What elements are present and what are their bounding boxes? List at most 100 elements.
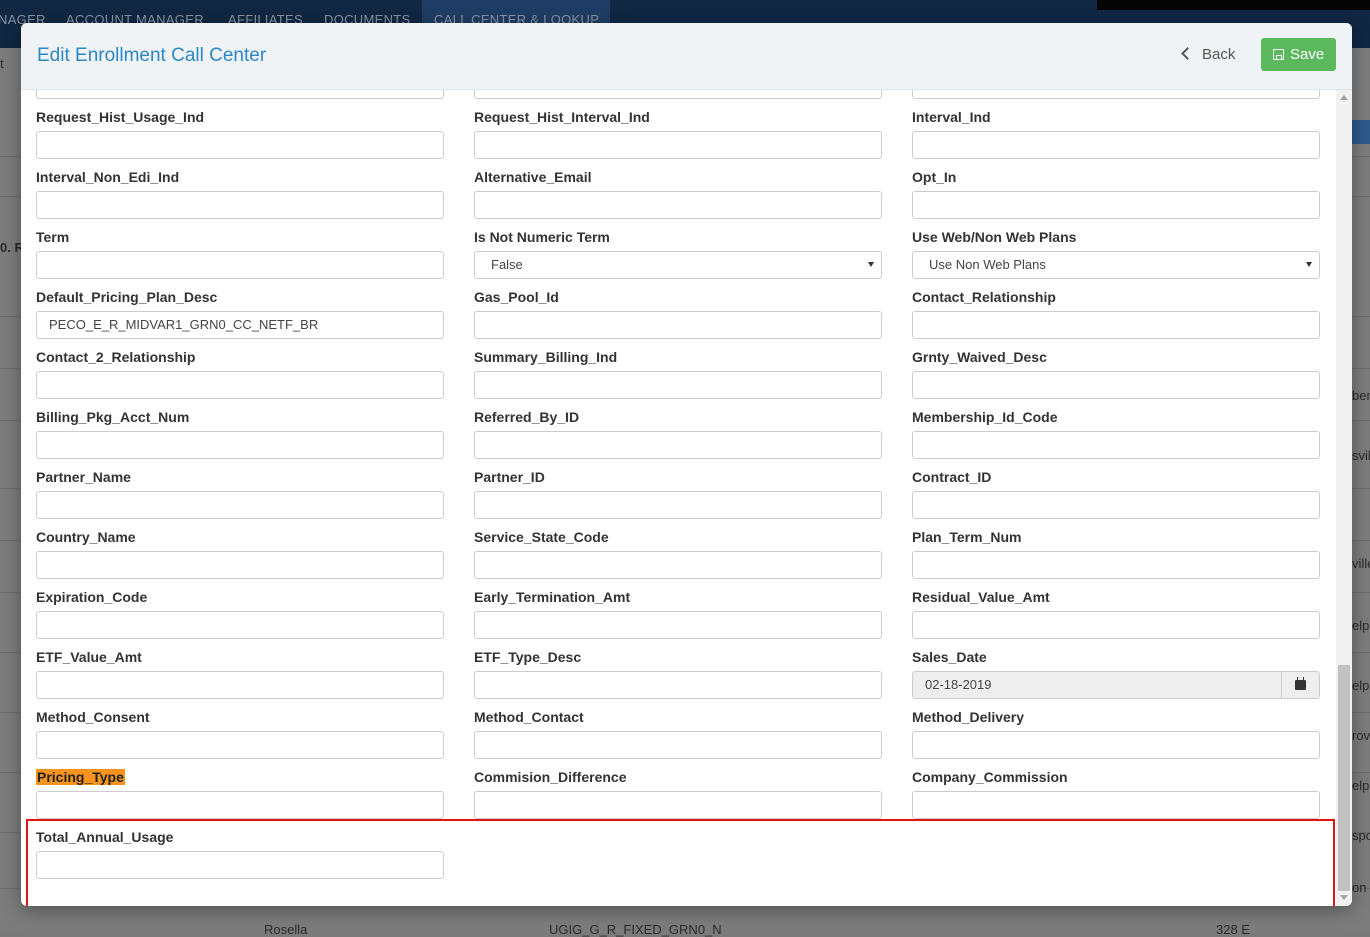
label-contract-id: Contract_ID [912, 469, 992, 485]
label-pricing-type: Pricing_Type [36, 769, 125, 785]
label-alternative-email: Alternative_Email [474, 169, 592, 185]
input-contact-2-relationship[interactable] [36, 371, 444, 399]
input-method-contact[interactable] [474, 731, 882, 759]
label-total-annual-usage: Total_Annual_Usage [36, 829, 174, 845]
input-interval-non-edi-ind[interactable] [36, 191, 444, 219]
modal-form-body: Request_Hist_Usage_Ind Request_Hist_Inter… [21, 89, 1336, 906]
value-default-pricing-plan-desc: PECO_E_R_MIDVAR1_GRN0_CC_NETF_BR [49, 317, 319, 332]
background-topright-bar [1097, 0, 1370, 10]
input-contract-id[interactable] [912, 491, 1320, 519]
input-summary-billing-ind[interactable] [474, 371, 882, 399]
label-opt-in: Opt_In [912, 169, 957, 185]
input-etf-value-amt[interactable] [36, 671, 444, 699]
label-interval-non-edi-ind: Interval_Non_Edi_Ind [36, 169, 180, 185]
value-sales-date: 02-18-2019 [925, 677, 992, 692]
label-method-contact: Method_Contact [474, 709, 584, 725]
label-service-state-code: Service_State_Code [474, 529, 609, 545]
input-opt-in[interactable] [912, 191, 1320, 219]
background-text: spo [1352, 828, 1370, 843]
input-residual-value-amt[interactable] [912, 611, 1320, 639]
background-text: on [1352, 880, 1367, 895]
save-button[interactable]: Save [1261, 38, 1336, 71]
input-total-annual-usage[interactable] [36, 851, 444, 879]
label-method-consent: Method_Consent [36, 709, 150, 725]
input-service-state-code[interactable] [474, 551, 882, 579]
background-text: svill [1352, 448, 1370, 463]
background-text: rove [1352, 728, 1370, 743]
background-text: ville [1352, 556, 1370, 571]
background-text: elph [1352, 618, 1370, 633]
label-interval-ind: Interval_Ind [912, 109, 991, 125]
background-side-button [1350, 120, 1370, 144]
value-use-web-non-web-plans: Use Non Web Plans [929, 257, 1046, 272]
input-pricing-type[interactable] [36, 791, 444, 819]
field-input-partial[interactable] [36, 89, 444, 99]
modal-header: Edit Enrollment Call Center Back Save [21, 23, 1352, 90]
label-etf-value-amt: ETF_Value_Amt [36, 649, 142, 665]
modal-scrollbar[interactable] [1336, 89, 1352, 906]
input-partner-name[interactable] [36, 491, 444, 519]
input-alternative-email[interactable] [474, 191, 882, 219]
label-referred-by-id: Referred_By_ID [474, 409, 580, 425]
scroll-up-arrow[interactable] [1340, 95, 1348, 100]
input-term[interactable] [36, 251, 444, 279]
label-sales-date: Sales_Date [912, 649, 987, 665]
label-early-termination-amt: Early_Termination_Amt [474, 589, 631, 605]
input-country-name[interactable] [36, 551, 444, 579]
background-text: ber [1352, 388, 1370, 403]
label-term: Term [36, 229, 70, 245]
input-billing-pkg-acct-num[interactable] [36, 431, 444, 459]
input-partner-id[interactable] [474, 491, 882, 519]
label-summary-billing-ind: Summary_Billing_Ind [474, 349, 618, 365]
input-method-delivery[interactable] [912, 731, 1320, 759]
label-billing-pkg-acct-num: Billing_Pkg_Acct_Num [36, 409, 190, 425]
field-input-partial[interactable] [474, 89, 882, 99]
back-label: Back [1202, 46, 1236, 63]
label-expiration-code: Expiration_Code [36, 589, 148, 605]
input-grnty-waived-desc[interactable] [912, 371, 1320, 399]
label-contact-relationship: Contact_Relationship [912, 289, 1056, 305]
label-partner-name: Partner_Name [36, 469, 131, 485]
label-country-name: Country_Name [36, 529, 136, 545]
date-input-sales-date[interactable]: 02-18-2019 [912, 671, 1320, 699]
input-gas-pool-id[interactable] [474, 311, 882, 339]
label-request-hist-usage-ind: Request_Hist_Usage_Ind [36, 109, 205, 125]
input-referred-by-id[interactable] [474, 431, 882, 459]
select-is-not-numeric-term[interactable]: False [474, 251, 882, 279]
input-request-hist-usage-ind[interactable] [36, 131, 444, 159]
input-plan-term-num[interactable] [912, 551, 1320, 579]
input-default-pricing-plan-desc[interactable]: PECO_E_R_MIDVAR1_GRN0_CC_NETF_BR [36, 311, 444, 339]
label-method-delivery: Method_Delivery [912, 709, 1025, 725]
label-request-hist-interval-ind: Request_Hist_Interval_Ind [474, 109, 650, 125]
scroll-down-arrow[interactable] [1340, 895, 1348, 900]
label-residual-value-amt: Residual_Value_Amt [912, 589, 1050, 605]
back-button[interactable]: Back [1181, 46, 1236, 63]
background-text: elph [1352, 678, 1370, 693]
input-expiration-code[interactable] [36, 611, 444, 639]
dropdown-caret-icon [868, 262, 874, 267]
input-request-hist-interval-ind[interactable] [474, 131, 882, 159]
input-method-consent[interactable] [36, 731, 444, 759]
label-is-not-numeric-term: Is Not Numeric Term [474, 229, 610, 245]
input-commision-difference[interactable] [474, 791, 882, 819]
scrollbar-thumb[interactable] [1338, 665, 1350, 891]
background-text: Rosella [264, 922, 308, 937]
input-membership-id-code[interactable] [912, 431, 1320, 459]
input-early-termination-amt[interactable] [474, 611, 882, 639]
label-gas-pool-id: Gas_Pool_Id [474, 289, 559, 305]
calendar-button[interactable] [1281, 672, 1319, 698]
input-etf-type-desc[interactable] [474, 671, 882, 699]
background-text: t [0, 56, 4, 71]
input-contact-relationship[interactable] [912, 311, 1320, 339]
field-input-partial[interactable] [912, 89, 1320, 99]
edit-enrollment-modal: Edit Enrollment Call Center Back Save Re… [21, 23, 1352, 906]
label-use-web-non-web-plans: Use Web/Non Web Plans [912, 229, 1077, 245]
label-plan-term-num: Plan_Term_Num [912, 529, 1022, 545]
label-etf-type-desc: ETF_Type_Desc [474, 649, 582, 665]
dropdown-caret-icon [1306, 262, 1312, 267]
label-partner-id: Partner_ID [474, 469, 545, 485]
input-interval-ind[interactable] [912, 131, 1320, 159]
label-grnty-waived-desc: Grnty_Waived_Desc [912, 349, 1047, 365]
input-company-commission[interactable] [912, 791, 1320, 819]
select-use-web-non-web-plans[interactable]: Use Non Web Plans [912, 251, 1320, 279]
